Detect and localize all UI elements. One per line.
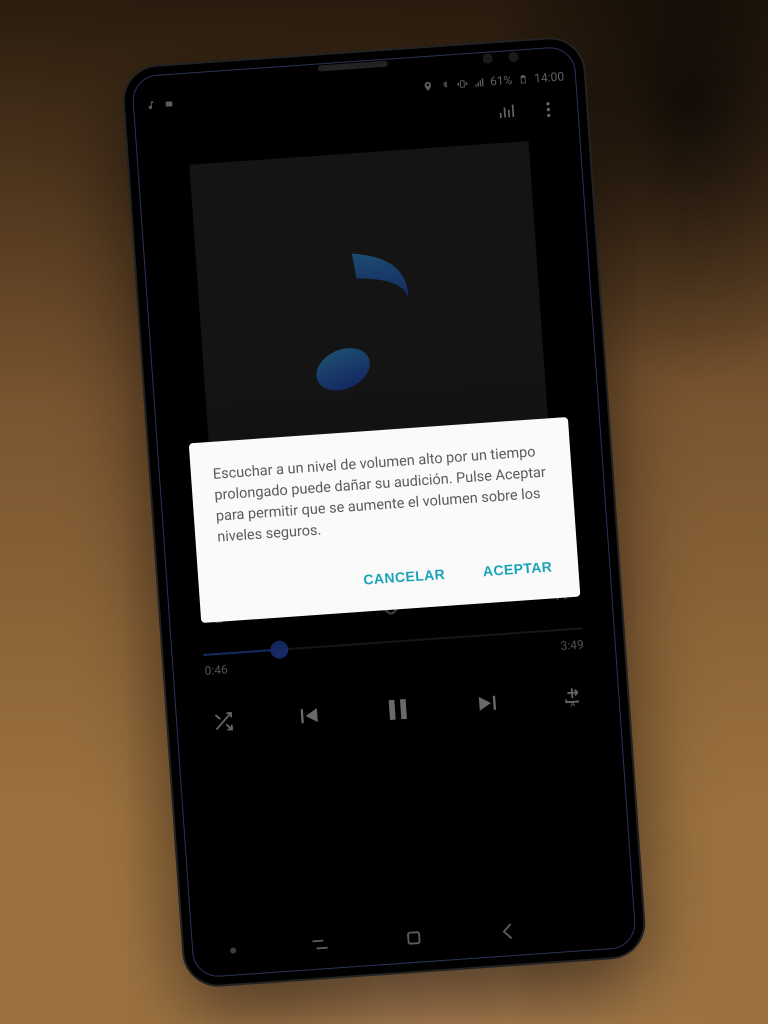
dialog-overlay: Escuchar a un nivel de volumen alto por …: [134, 64, 635, 977]
phone-earpiece: [318, 61, 388, 72]
dialog-message: Escuchar a un nivel de volumen alto por …: [212, 440, 553, 547]
accept-button[interactable]: ACEPTAR: [478, 550, 557, 587]
phone-sensors: [482, 53, 493, 64]
dialog-actions: CANCELAR ACEPTAR: [220, 550, 558, 611]
phone-frame: 61% 14:00: [122, 37, 645, 987]
cancel-button[interactable]: CANCELAR: [358, 558, 450, 596]
phone-screen: 61% 14:00: [134, 64, 635, 977]
volume-warning-dialog: Escuchar a un nivel de volumen alto por …: [189, 417, 581, 623]
